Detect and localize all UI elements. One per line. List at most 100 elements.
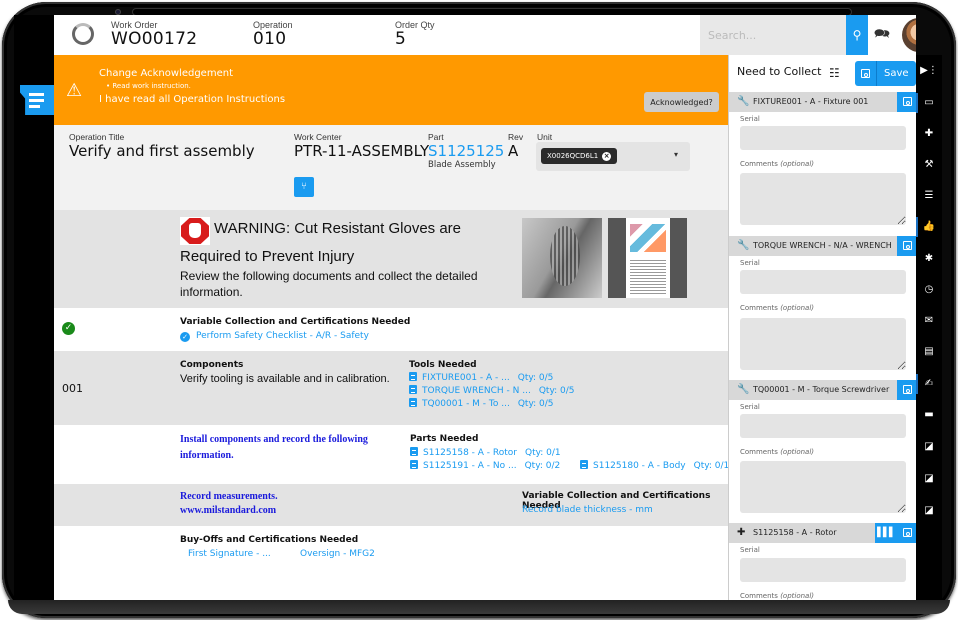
document-thumbnail[interactable]	[608, 218, 687, 298]
remove-chip-icon[interactable]: ×	[602, 152, 612, 161]
order-qty-value: 5	[395, 29, 407, 49]
rev-label: Rev	[508, 132, 524, 142]
serial-input[interactable]	[740, 558, 906, 582]
save-item-button[interactable]	[897, 236, 916, 256]
serial-input[interactable]	[740, 270, 906, 294]
collect-item-header: 🔧 TQ00001 - M - Torque Screwdriver	[729, 380, 916, 400]
save-item-button[interactable]	[897, 92, 916, 112]
play-menu-icon[interactable]: ▶⋮	[916, 65, 942, 77]
collect-item-name: TORQUE WRENCH - N/A - WRENCH - TO...	[753, 241, 893, 250]
note-icon[interactable]: ▭	[916, 93, 942, 113]
thumbs-up-icon[interactable]: 👍	[916, 217, 942, 237]
search-input[interactable]	[700, 15, 820, 55]
first-signature-link[interactable]: First Signature - ...	[188, 549, 271, 559]
collect-item-name: S1125158 - A - Rotor	[753, 528, 837, 537]
window-icon[interactable]: ▬	[916, 409, 942, 421]
edit-icon[interactable]: ◪	[916, 441, 942, 453]
tools-heading: Tools Needed	[409, 360, 477, 370]
bug-icon[interactable]: ✱	[916, 253, 942, 265]
serial-label: Serial	[740, 115, 760, 123]
document-icon	[409, 372, 417, 381]
wrench-icon: 🔧	[737, 240, 750, 251]
part-field: Part S1125125 Blade Assembly	[428, 132, 504, 170]
operation-title-field: Operation Title Verify and first assembl…	[69, 132, 255, 160]
save-icon	[902, 528, 912, 537]
clock-icon[interactable]: ◷	[916, 284, 942, 296]
unit-select[interactable]: X0026QCD6L1 × ▾	[536, 142, 690, 171]
tool-link[interactable]: TQ00001 - M - To ... Qty: 0/5	[409, 398, 554, 409]
chat-button[interactable]: 🗪	[872, 25, 892, 45]
save-item-button[interactable]	[897, 523, 916, 543]
comments-label: Comments (optional)	[740, 448, 815, 456]
unit-label: Unit	[537, 132, 553, 142]
edit-icon[interactable]: ◪	[916, 473, 942, 485]
search-box	[700, 15, 846, 55]
serial-label: Serial	[740, 403, 760, 411]
comments-textarea[interactable]	[740, 173, 906, 225]
tool-qty: Qty: 0/5	[517, 399, 554, 409]
hierarchy-button[interactable]: ⑂	[294, 177, 314, 197]
comments-textarea[interactable]	[740, 461, 906, 513]
oversign-link[interactable]: Oversign - MFG2	[300, 549, 375, 559]
work-center-label: Work Center	[294, 132, 342, 142]
warning-line-3: Review the following documents and colle…	[180, 269, 478, 299]
warning-section: WARNING: Cut Resistant Gloves are Requir…	[54, 210, 728, 308]
buyoffs-heading: Buy-Offs and Certifications Needed	[180, 535, 359, 545]
wrench-icon[interactable]: ⚒	[916, 159, 942, 171]
step-row-001: 001 Components Verify tooling is availab…	[54, 351, 728, 425]
barcode-button[interactable]: ▌▌▌	[875, 523, 897, 543]
check-circle-icon: ✓	[180, 332, 190, 342]
safety-row: ✓ Variable Collection and Certifications…	[54, 308, 728, 351]
list-icon[interactable]: ☰	[916, 190, 942, 202]
collect-item-header: 🔧 TORQUE WRENCH - N/A - WRENCH - TO...	[729, 236, 916, 256]
hierarchy-icon: ⑂	[301, 181, 307, 192]
serial-input[interactable]	[740, 414, 906, 438]
rotor-image-thumbnail[interactable]	[522, 218, 602, 298]
document-icon[interactable]: ▤	[916, 346, 942, 358]
part-name: S1125191 - A - No ...	[423, 461, 517, 471]
comments-textarea[interactable]	[740, 318, 906, 370]
part-name: S1125158 - A - Rotor	[423, 448, 517, 458]
milstandard-link[interactable]: www.milstandard.com	[180, 503, 276, 519]
signature-icon[interactable]: ✍	[916, 374, 942, 394]
serial-input[interactable]	[740, 126, 906, 150]
loading-spinner-icon	[72, 23, 94, 45]
banner-title: Change Acknowledgement	[99, 68, 233, 79]
part-link[interactable]: S1125125	[428, 142, 504, 160]
acknowledged-button[interactable]: Acknowledged?	[644, 92, 719, 112]
collect-item-name: FIXTURE001 - A - Fixture 001	[753, 97, 869, 106]
install-instruction: Install components and record the follow…	[180, 434, 368, 461]
serial-label: Serial	[740, 259, 760, 267]
step-number: 001	[62, 382, 83, 395]
safety-heading: Variable Collection and Certifications N…	[180, 317, 411, 327]
user-avatar[interactable]	[902, 18, 916, 52]
unit-field: Unit	[537, 132, 552, 142]
record-thickness-link[interactable]: Record blade thickness - mm	[522, 505, 653, 515]
need-to-collect-panel: Need to Collect ☷ Save 🔧 FIXTURE001 - A …	[728, 55, 916, 600]
part-qty: Qty: 0/2	[524, 461, 561, 471]
tool-qty: Qty: 0/5	[538, 386, 575, 396]
part-link[interactable]: S1125158 - A - Rotor Qty: 0/1	[410, 447, 561, 458]
save-all-button[interactable]: Save	[855, 61, 916, 86]
document-icon	[409, 398, 417, 407]
filter-icon[interactable]: ☷	[829, 66, 840, 80]
tool-link[interactable]: FIXTURE001 - A - ... Qty: 0/5	[409, 372, 553, 383]
collect-item-name: TQ00001 - M - Torque Screwdriver	[753, 385, 890, 394]
safety-checklist-link[interactable]: ✓ Perform Safety Checklist - A/R - Safety	[180, 331, 369, 342]
part-link[interactable]: S1125180 - A - Body Qty: 0/1	[580, 460, 729, 471]
edit-icon[interactable]: ◪	[916, 505, 942, 517]
collect-title: Need to Collect	[737, 65, 822, 78]
part-link[interactable]: S1125191 - A - No ... Qty: 0/2	[410, 460, 560, 471]
save-item-button[interactable]	[897, 380, 916, 400]
work-center-value: PTR-11-ASSEMBLY	[294, 142, 430, 160]
step-row-install: Install components and record the follow…	[54, 425, 729, 484]
tool-link[interactable]: TORQUE WRENCH - N ... Qty: 0/5	[409, 385, 575, 396]
mail-icon[interactable]: ✉	[916, 315, 942, 327]
search-button[interactable]: ⚲	[846, 15, 868, 55]
puzzle-icon[interactable]: ✚	[916, 128, 942, 140]
warning-line-2: Required to Prevent Injury	[180, 248, 355, 265]
document-icon	[409, 385, 417, 394]
menu-button[interactable]	[20, 85, 54, 115]
components-heading: Components	[180, 360, 244, 370]
save-icon	[902, 241, 912, 250]
